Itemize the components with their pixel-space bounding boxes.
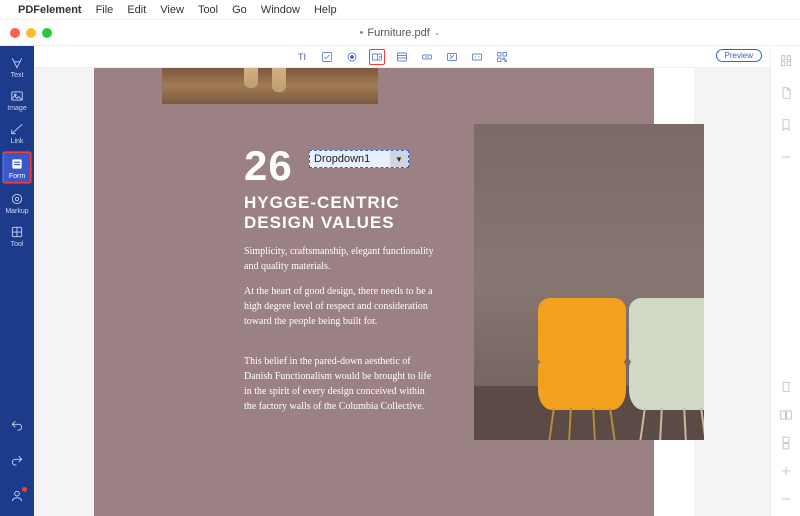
two-page-view-button[interactable] (779, 408, 793, 422)
continuous-icon (779, 436, 793, 450)
single-page-icon (779, 380, 793, 394)
menu-window[interactable]: Window (261, 4, 300, 16)
form-toolbar: TI Preview (34, 46, 770, 68)
bookmark-icon (779, 118, 793, 132)
redo-icon (10, 454, 24, 468)
page-number-heading: 26 (244, 142, 293, 190)
page-paragraph-1: Simplicity, craftsmanship, elegant funct… (244, 244, 434, 274)
sidebar-markup-label: Markup (5, 208, 28, 215)
sidebar-text[interactable]: Text (0, 50, 34, 83)
divider (779, 150, 793, 164)
image-field-tool[interactable] (444, 49, 460, 65)
bookmark-panel-button[interactable] (779, 118, 793, 132)
single-page-view-button[interactable] (779, 380, 793, 394)
page-viewport[interactable]: 26 Dropdown1 ▼ HYGGE-CENTRIC DESIGN VALU… (34, 68, 770, 516)
undo-icon (10, 419, 24, 433)
file-icon (779, 86, 793, 100)
text-field-tool[interactable]: TI (294, 49, 310, 65)
dropdown-form-field[interactable]: Dropdown1 ▼ (309, 150, 409, 168)
close-window-button[interactable] (10, 28, 20, 38)
checkbox-icon (321, 51, 333, 63)
divider-icon (779, 150, 793, 164)
sidebar-link[interactable]: Link (0, 116, 34, 149)
checkbox-tool[interactable] (319, 49, 335, 65)
page-paragraph-3: This belief in the pared-down aesthetic … (244, 354, 434, 414)
menu-file[interactable]: File (96, 4, 114, 16)
page-image-wood (162, 68, 378, 104)
sidebar-tool[interactable]: Tool (0, 219, 34, 252)
sidebar-link-label: Link (11, 138, 24, 145)
sidebar-form[interactable]: Form (2, 151, 32, 184)
signature-icon (471, 51, 483, 63)
macos-menubar: PDFelement File Edit View Tool Go Window… (0, 0, 800, 20)
user-account-button[interactable] (10, 489, 24, 508)
menu-help[interactable]: Help (314, 4, 337, 16)
image-field-icon (446, 51, 458, 63)
dropdown-tool[interactable] (369, 49, 385, 65)
qr-icon (496, 51, 508, 63)
sidebar-image[interactable]: Image (0, 83, 34, 116)
dropdown-field-label: Dropdown1 (310, 153, 390, 165)
document-title[interactable]: • Furniture.pdf ⌄ (360, 27, 441, 39)
listbox-icon (396, 51, 408, 63)
text-tool-icon (10, 56, 24, 70)
tool-icon (10, 225, 24, 239)
sidebar-tool-label: Tool (11, 241, 24, 248)
sidebar-bottom (0, 419, 34, 516)
left-sidebar: Text Image Link Form Markup Tool (0, 46, 34, 516)
sidebar-text-label: Text (11, 72, 24, 79)
qr-tool[interactable] (494, 49, 510, 65)
radio-icon (346, 51, 358, 63)
document-filename: Furniture.pdf (367, 27, 429, 39)
dropdown-field-arrow-icon: ▼ (390, 151, 408, 167)
page-paragraph-2: At the heart of good design, there needs… (244, 284, 434, 329)
chevron-down-icon: ⌄ (434, 28, 441, 37)
right-sidebar (770, 46, 800, 516)
window-titlebar: • Furniture.pdf ⌄ (0, 20, 800, 46)
sidebar-markup[interactable]: Markup (0, 186, 34, 219)
undo-button[interactable] (10, 419, 24, 438)
preview-button[interactable]: Preview (716, 49, 762, 62)
zoom-in-button[interactable] (779, 464, 793, 478)
user-icon (10, 489, 24, 503)
thumbnails-panel-button[interactable] (779, 54, 793, 68)
menu-view[interactable]: View (160, 4, 184, 16)
zoom-out-button[interactable] (779, 492, 793, 506)
markup-tool-icon (10, 192, 24, 206)
listbox-tool[interactable] (394, 49, 410, 65)
modified-indicator: • (360, 27, 364, 39)
page-image-chairs (474, 124, 704, 440)
continuous-view-button[interactable] (779, 436, 793, 450)
plus-icon (779, 464, 793, 478)
pdf-page: 26 Dropdown1 ▼ HYGGE-CENTRIC DESIGN VALU… (94, 68, 694, 516)
menu-go[interactable]: Go (232, 4, 247, 16)
sidebar-form-label: Form (9, 173, 25, 180)
menu-app[interactable]: PDFelement (18, 4, 82, 16)
thumbnails-icon (779, 54, 793, 68)
traffic-lights (10, 28, 52, 38)
button-icon (421, 51, 433, 63)
signature-tool[interactable] (469, 49, 485, 65)
redo-button[interactable] (10, 454, 24, 473)
two-page-icon (779, 408, 793, 422)
dropdown-icon (371, 51, 383, 63)
page-heading-line1: HYGGE-CENTRIC (244, 193, 400, 213)
radio-tool[interactable] (344, 49, 360, 65)
menu-tool[interactable]: Tool (198, 4, 218, 16)
sidebar-image-label: Image (7, 105, 26, 112)
menu-edit[interactable]: Edit (127, 4, 146, 16)
minus-icon (779, 492, 793, 506)
page-heading-line2: DESIGN VALUES (244, 213, 395, 233)
link-tool-icon (10, 122, 24, 136)
minimize-window-button[interactable] (26, 28, 36, 38)
main-area: Text Image Link Form Markup Tool (0, 46, 800, 516)
image-tool-icon (10, 89, 24, 103)
form-tool-icon (10, 157, 24, 171)
file-panel-button[interactable] (779, 86, 793, 100)
maximize-window-button[interactable] (42, 28, 52, 38)
canvas-area: TI Preview Dropdown 26 Dropdown1 ▼ HYGGE… (34, 46, 770, 516)
button-tool[interactable] (419, 49, 435, 65)
